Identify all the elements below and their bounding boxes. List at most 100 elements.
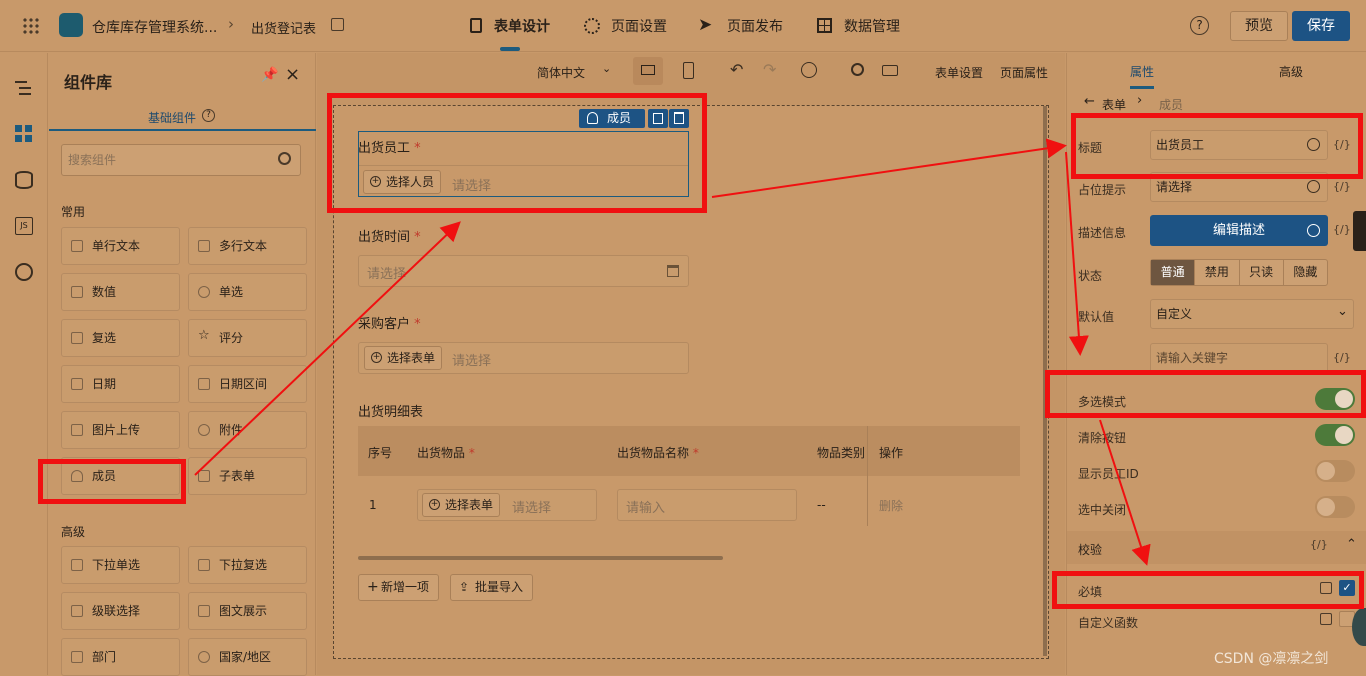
- comp-checkbox[interactable]: 复选: [61, 319, 180, 357]
- horizontal-scrollbar[interactable]: [358, 556, 723, 560]
- preview-button[interactable]: 预览: [1230, 11, 1288, 41]
- tab-advanced[interactable]: 高级: [1279, 63, 1303, 80]
- comp-attachment[interactable]: 附件: [188, 411, 307, 449]
- batch-import-button[interactable]: ⇪ 批量导入: [450, 574, 534, 601]
- validation-section[interactable]: 校验 {/} ⌃: [1067, 531, 1366, 564]
- database-icon[interactable]: [15, 171, 33, 189]
- show-id-toggle[interactable]: [1315, 460, 1355, 482]
- formula-button[interactable]: {/}: [1310, 538, 1328, 551]
- delete-link[interactable]: 删除: [879, 497, 903, 514]
- plus-icon: +: [371, 352, 382, 363]
- top-bar: 仓库库存管理系统... › 出货登记表 表单设计 页面设置 ➤ 页面发布 数据管…: [0, 0, 1366, 52]
- comp-radio[interactable]: 单选: [188, 273, 307, 311]
- globe-icon[interactable]: [1307, 180, 1320, 193]
- select-value: 自定义: [1156, 307, 1193, 321]
- pin-icon[interactable]: 📌: [261, 67, 278, 83]
- watermark: CSDN @凛凛之剑: [1214, 651, 1329, 667]
- textarea-icon: [198, 240, 210, 252]
- text-input-icon: [71, 240, 83, 252]
- default-select[interactable]: 自定义 ⌄: [1150, 299, 1354, 329]
- history-icon[interactable]: [801, 62, 817, 78]
- js-icon[interactable]: JS: [15, 217, 33, 235]
- tab-props[interactable]: 属性: [1130, 63, 1154, 80]
- collapse-handle[interactable]: [1353, 211, 1366, 251]
- tab-label: 数据管理: [844, 19, 900, 35]
- crumb-form[interactable]: 表单: [1102, 96, 1126, 113]
- search-icon[interactable]: [851, 63, 864, 76]
- comp-label: 数值: [92, 285, 117, 299]
- chevron-down-icon: ⌄: [1337, 304, 1348, 319]
- comp-rate[interactable]: ☆ 评分: [188, 319, 307, 357]
- customer-input[interactable]: + 选择表单 请选择: [358, 342, 689, 374]
- comp-textarea[interactable]: 多行文本: [188, 227, 307, 265]
- status-hidden[interactable]: 隐藏: [1282, 260, 1327, 285]
- edit-icon[interactable]: [331, 18, 344, 31]
- select-form-button[interactable]: + 选择表单: [422, 493, 501, 517]
- formula-button[interactable]: {/}: [1333, 351, 1351, 364]
- redo-icon[interactable]: ↷: [763, 60, 776, 79]
- edit-icon[interactable]: [1320, 613, 1332, 625]
- search-input[interactable]: 搜索组件: [61, 144, 301, 176]
- field-label-text: 采购客户: [358, 317, 411, 332]
- save-button[interactable]: 保存: [1292, 11, 1350, 41]
- comp-date-range[interactable]: 日期区间: [188, 365, 307, 403]
- highlight-member-component: [38, 459, 186, 504]
- help-icon[interactable]: ?: [1190, 16, 1209, 35]
- toggle-knob: [1317, 462, 1335, 480]
- comp-dropdown-multi[interactable]: 下拉复选: [188, 546, 307, 584]
- language-select[interactable]: 简体中文: [537, 64, 585, 81]
- avatar[interactable]: [1352, 608, 1366, 646]
- formula-button[interactable]: {/}: [1333, 180, 1351, 193]
- chevron-up-icon[interactable]: ⌃: [1346, 537, 1357, 552]
- field-placeholder: 请选择: [512, 501, 552, 516]
- props-tab-indicator: [1130, 86, 1154, 89]
- keyboard-icon[interactable]: [882, 65, 898, 76]
- comp-department[interactable]: 部门: [61, 638, 180, 676]
- comp-label: 日期区间: [219, 377, 268, 391]
- comp-image[interactable]: 图片上传: [61, 411, 180, 449]
- keyword-input[interactable]: 请输入关键字: [1150, 343, 1328, 373]
- status-readonly[interactable]: 只读: [1238, 260, 1283, 285]
- status-disabled[interactable]: 禁用: [1194, 260, 1238, 285]
- formula-button[interactable]: {/}: [1333, 223, 1351, 236]
- library-tab[interactable]: 基础组件: [148, 109, 196, 126]
- back-arrow-icon[interactable]: ←: [1084, 94, 1095, 109]
- date-input[interactable]: 请选择: [358, 255, 689, 287]
- tab-label: 页面发布: [727, 19, 783, 35]
- outline-icon[interactable]: [15, 79, 33, 97]
- edit-desc-button[interactable]: 编辑描述: [1150, 215, 1328, 246]
- desktop-view-button[interactable]: [633, 57, 663, 85]
- item-select[interactable]: + 选择表单 请选择: [417, 489, 597, 521]
- comp-country[interactable]: 国家/地区: [188, 638, 307, 676]
- comp-dropdown[interactable]: 下拉单选: [61, 546, 180, 584]
- apps-grid-icon[interactable]: [22, 17, 40, 35]
- item-name-input[interactable]: 请输入: [617, 489, 797, 521]
- mobile-view-icon[interactable]: [683, 62, 694, 79]
- close-on-select-toggle[interactable]: [1315, 496, 1355, 518]
- status-normal[interactable]: 普通: [1151, 260, 1195, 285]
- page-props-link[interactable]: 页面属性: [1000, 64, 1048, 81]
- add-item-button[interactable]: + 新增一项: [358, 574, 440, 601]
- undo-icon[interactable]: ↶: [730, 60, 743, 79]
- comp-text[interactable]: 单行文本: [61, 227, 180, 265]
- globe-icon[interactable]: [15, 263, 33, 281]
- close-icon[interactable]: ×: [285, 64, 300, 85]
- col-header: 序号: [368, 446, 393, 460]
- status-label: 状态: [1078, 269, 1103, 283]
- comp-date[interactable]: 日期: [61, 365, 180, 403]
- search-icon[interactable]: [278, 152, 291, 165]
- comp-subform[interactable]: 子表单: [188, 457, 307, 495]
- page-name[interactable]: 出货登记表: [251, 18, 316, 37]
- help-icon[interactable]: ?: [202, 109, 215, 122]
- form-settings-link[interactable]: 表单设置: [935, 64, 983, 81]
- comp-label: 下拉复选: [219, 558, 268, 572]
- section-common: 常用: [61, 205, 86, 219]
- comp-cascader[interactable]: 级联选择: [61, 592, 180, 630]
- comp-rich-text[interactable]: 图文展示: [188, 592, 307, 630]
- app-name[interactable]: 仓库库存管理系统...: [92, 17, 217, 37]
- clear-button-toggle[interactable]: [1315, 424, 1355, 446]
- components-icon[interactable]: [15, 125, 33, 143]
- comp-number[interactable]: 数值: [61, 273, 180, 311]
- field-placeholder: 请选择: [367, 267, 407, 282]
- select-form-button[interactable]: + 选择表单: [364, 346, 443, 370]
